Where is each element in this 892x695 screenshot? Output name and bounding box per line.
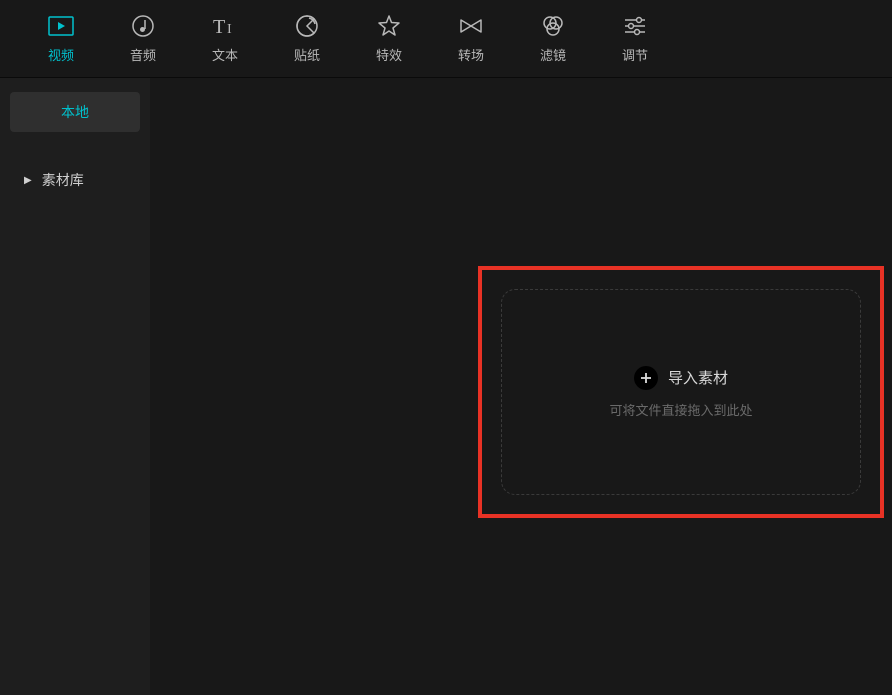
dropzone-title-row: 导入素材 [634, 366, 728, 390]
tab-video-label: 视频 [48, 45, 74, 64]
audio-icon [131, 13, 155, 39]
sidebar: 本地 ▶ 素材库 [0, 78, 150, 695]
tab-transition-label: 转场 [458, 45, 484, 64]
tab-sticker[interactable]: 贴纸 [266, 0, 348, 77]
tab-effect[interactable]: 特效 [348, 0, 430, 77]
plus-icon [634, 366, 658, 390]
tab-text[interactable]: T I 文本 [184, 0, 266, 77]
import-dropzone[interactable]: 导入素材 可将文件直接拖入到此处 [501, 289, 861, 495]
dropzone-title: 导入素材 [668, 367, 728, 388]
tab-sticker-label: 贴纸 [294, 45, 320, 64]
tab-video[interactable]: 视频 [20, 0, 102, 77]
sidebar-item-local-label: 本地 [61, 102, 89, 122]
tab-filter-label: 滤镜 [540, 45, 566, 64]
svg-text:T: T [213, 16, 225, 37]
highlight-annotation: 导入素材 可将文件直接拖入到此处 [478, 266, 884, 518]
top-toolbar: 视频 音频 T I 文本 贴纸 [0, 0, 892, 78]
svg-text:I: I [227, 22, 232, 37]
sidebar-item-library[interactable]: ▶ 素材库 [10, 160, 140, 200]
tab-adjust[interactable]: 调节 [594, 0, 676, 77]
tab-filter[interactable]: 滤镜 [512, 0, 594, 77]
tab-audio-label: 音频 [130, 45, 156, 64]
sidebar-item-local[interactable]: 本地 [10, 92, 140, 132]
main-area: 本地 ▶ 素材库 导入素材 可将文件直接拖入到此处 [0, 78, 892, 695]
tab-adjust-label: 调节 [622, 45, 648, 64]
video-icon [48, 13, 74, 39]
adjust-icon [623, 13, 647, 39]
content-area: 导入素材 可将文件直接拖入到此处 [150, 78, 892, 695]
chevron-right-icon: ▶ [24, 175, 32, 186]
tab-text-label: 文本 [212, 45, 238, 64]
tab-effect-label: 特效 [376, 45, 402, 64]
transition-icon [458, 13, 484, 39]
sidebar-item-library-label: 素材库 [42, 170, 84, 190]
text-icon: T I [211, 13, 239, 39]
tab-audio[interactable]: 音频 [102, 0, 184, 77]
sticker-icon [295, 13, 319, 39]
filter-icon [540, 13, 566, 39]
tab-transition[interactable]: 转场 [430, 0, 512, 77]
dropzone-subtitle: 可将文件直接拖入到此处 [609, 400, 752, 419]
effect-icon [377, 13, 401, 39]
